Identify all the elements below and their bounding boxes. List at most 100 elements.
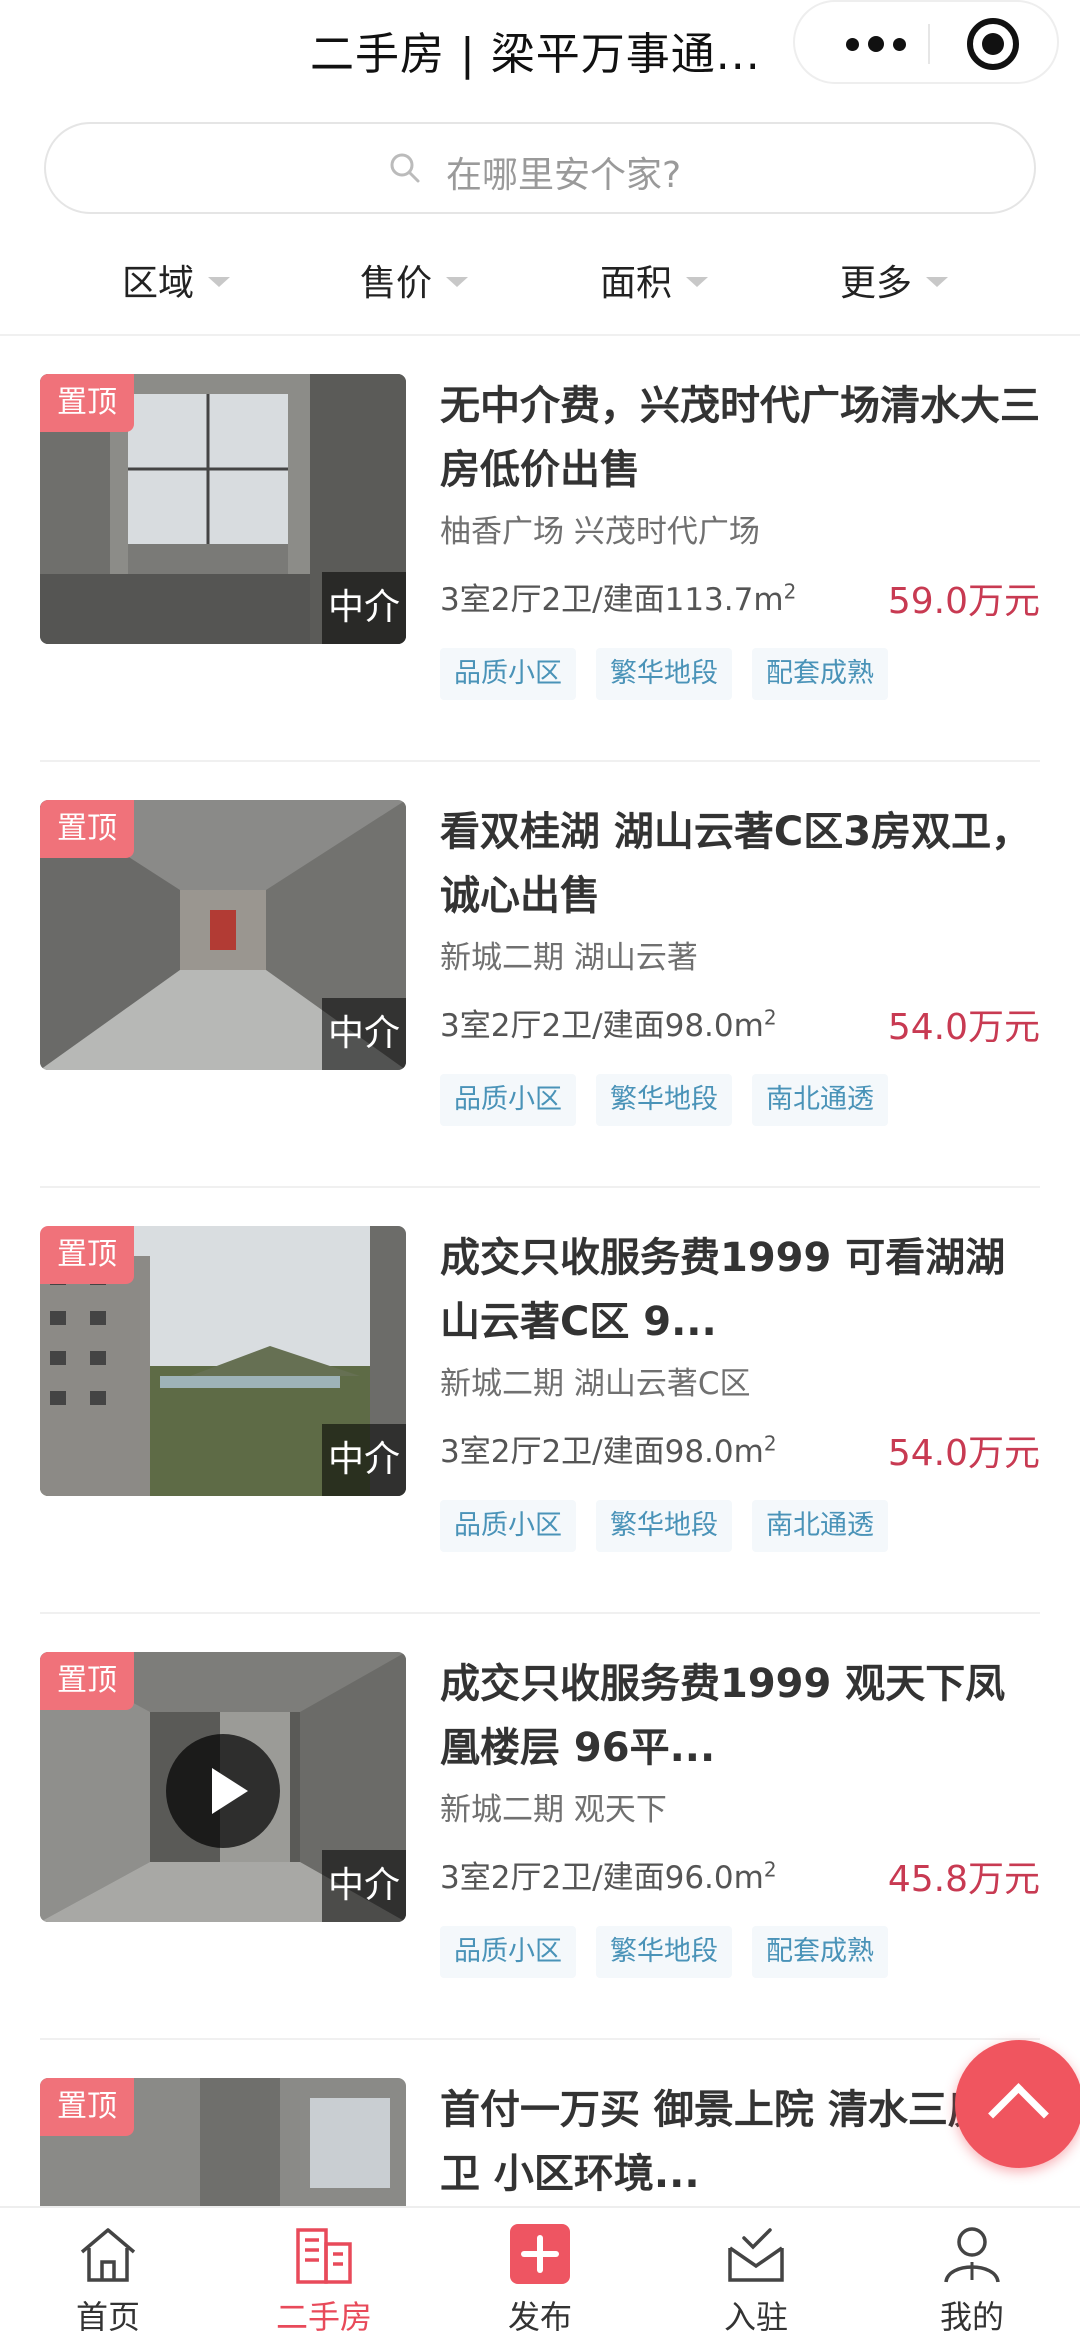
agent-badge: 中介 xyxy=(322,572,406,644)
pinned-badge: 置顶 xyxy=(40,1226,134,1284)
listing-tag: 配套成熟 xyxy=(752,1926,888,1978)
tab-second-hand[interactable]: 二手房 xyxy=(216,2208,432,2346)
listing-tag: 繁华地段 xyxy=(596,648,732,700)
tab-label: 我的 xyxy=(939,2298,1004,2336)
listing-title[interactable]: 成交只收服务费1999 观天下凤凰楼层 96平... xyxy=(440,1652,1040,1780)
filter-label: 更多 xyxy=(840,263,913,304)
pinned-badge: 置顶 xyxy=(40,374,134,432)
mini-program-capsule xyxy=(793,0,1059,84)
listing-tag: 品质小区 xyxy=(440,1926,576,1978)
listing-spec: 3室2厅2卫/建面96.0m2 xyxy=(440,1857,777,1896)
filter-area[interactable]: 面积 xyxy=(600,250,709,310)
listing-photo: 置顶 中介 xyxy=(40,1652,406,1922)
more-dots-icon[interactable] xyxy=(821,22,931,66)
listing-card[interactable]: 置顶 中介 成交只收服务费1999 可看湖湖山云著C区 9... 新城二期 湖山… xyxy=(40,1188,1040,1614)
listing-photo: 置顶 中介 xyxy=(40,1226,406,1496)
listing-tag: 品质小区 xyxy=(440,1074,576,1126)
tab-home[interactable]: 首页 xyxy=(0,2208,216,2346)
listing-photo: 置顶 xyxy=(40,2078,406,2210)
search-input[interactable]: 在哪里安个家? xyxy=(44,122,1036,214)
listing-title[interactable]: 看双桂湖 湖山云著C区3房双卫，诚心出售 xyxy=(440,800,1040,928)
listing-location: 新城二期 湖山云著C区 xyxy=(440,1366,751,1402)
listing-photo: 置顶 中介 xyxy=(40,800,406,1070)
listing-location: 新城二期 湖山云著 xyxy=(440,940,698,976)
tag-list: 品质小区 繁华地段 南北通透 xyxy=(440,1074,1040,1126)
listing-tag: 南北通透 xyxy=(752,1500,888,1552)
listing-tag: 品质小区 xyxy=(440,1500,576,1552)
listing-card[interactable]: 置顶 中介 无中介费，兴茂时代广场清水大三房低价出售 柚香广场 兴茂时代广场 3… xyxy=(40,336,1040,762)
bottom-tab-bar: 首页 二手房 发布 入驻 我的 xyxy=(0,2206,1080,2344)
caret-down-icon xyxy=(208,277,231,287)
capsule-divider xyxy=(928,24,930,64)
filter-price[interactable]: 售价 xyxy=(360,250,469,310)
listing-tag: 配套成熟 xyxy=(752,648,888,700)
listing-info: 成交只收服务费1999 可看湖湖山云著C区 9... 新城二期 湖山云著C区 3… xyxy=(440,1226,1040,1552)
listing-spec: 3室2厅2卫/建面98.0m2 xyxy=(440,1431,777,1470)
filter-bar: 区域 售价 面积 更多 xyxy=(0,240,1080,336)
listing-tag: 繁华地段 xyxy=(596,1500,732,1552)
listing-info: 看双桂湖 湖山云著C区3房双卫，诚心出售 新城二期 湖山云著 3室2厅2卫/建面… xyxy=(440,800,1040,1126)
building-icon xyxy=(296,2228,352,2284)
agent-badge: 中介 xyxy=(322,1424,406,1496)
pinned-badge: 置顶 xyxy=(40,800,134,858)
tab-label: 入驻 xyxy=(723,2298,788,2336)
filter-label: 区域 xyxy=(122,263,195,304)
listing-info: 成交只收服务费1999 观天下凤凰楼层 96平... 新城二期 观天下 3室2厅… xyxy=(440,1652,1040,1978)
video-play-icon[interactable] xyxy=(166,1734,280,1848)
listing-tag: 品质小区 xyxy=(440,648,576,700)
publish-plus-icon xyxy=(510,2224,570,2284)
caret-down-icon xyxy=(686,277,709,287)
tab-mine[interactable]: 我的 xyxy=(864,2208,1080,2346)
listing-title[interactable]: 成交只收服务费1999 可看湖湖山云著C区 9... xyxy=(440,1226,1040,1354)
spec-row: 3室2厅2卫/建面96.0m2 45.8万元 xyxy=(440,1846,1040,1906)
tab-label: 发布 xyxy=(507,2298,572,2336)
listing-info: 首付一万买 御景上院 清水三房两卫 小区环境... xyxy=(440,2078,1040,2206)
listing-location: 柚香广场 兴茂时代广场 xyxy=(440,514,760,550)
home-icon xyxy=(80,2228,136,2282)
search-placeholder: 在哪里安个家? xyxy=(446,155,682,196)
agent-badge: 中介 xyxy=(322,1850,406,1922)
mini-program-close-icon[interactable] xyxy=(967,18,1019,70)
listing-price: 54.0万元 xyxy=(887,1433,1040,1474)
tag-list: 品质小区 繁华地段 配套成熟 xyxy=(440,1926,1040,1978)
top-bar: 二手房 | 梁平万事通... xyxy=(0,0,1080,92)
listing-tag: 繁华地段 xyxy=(596,1074,732,1126)
listing-photo: 置顶 中介 xyxy=(40,374,406,644)
listing-tag: 繁华地段 xyxy=(596,1926,732,1978)
listing-title[interactable]: 无中介费，兴茂时代广场清水大三房低价出售 xyxy=(440,374,1040,502)
listing-price: 54.0万元 xyxy=(887,1007,1040,1048)
listing-spec: 3室2厅2卫/建面113.7m2 xyxy=(440,579,797,618)
spec-row: 3室2厅2卫/建面98.0m2 54.0万元 xyxy=(440,1420,1040,1480)
tab-join[interactable]: 入驻 xyxy=(648,2208,864,2346)
page-title: 二手房 | 梁平万事通... xyxy=(310,29,761,80)
caret-down-icon xyxy=(446,277,469,287)
listing-price: 59.0万元 xyxy=(887,581,1040,622)
listing-card[interactable]: 置顶 中介 看双桂湖 湖山云著C区3房双卫，诚心出售 新城二期 湖山云著 3室2… xyxy=(40,762,1040,1188)
tab-publish[interactable]: 发布 xyxy=(432,2208,648,2346)
user-icon xyxy=(944,2227,1000,2283)
listing-price: 45.8万元 xyxy=(887,1859,1040,1900)
pinned-badge: 置顶 xyxy=(40,2078,134,2136)
tab-label: 首页 xyxy=(75,2298,140,2336)
listing-location: 新城二期 观天下 xyxy=(440,1792,667,1828)
inbox-check-icon xyxy=(728,2228,784,2282)
search-icon xyxy=(390,153,420,183)
back-to-top-button[interactable] xyxy=(955,2040,1080,2168)
tag-list: 品质小区 繁华地段 南北通透 xyxy=(440,1500,1040,1552)
filter-region[interactable]: 区域 xyxy=(122,250,231,310)
tab-label: 二手房 xyxy=(275,2298,372,2336)
filter-label: 售价 xyxy=(360,263,433,304)
listing-spec: 3室2厅2卫/建面98.0m2 xyxy=(440,1005,777,1044)
pinned-badge: 置顶 xyxy=(40,1652,134,1710)
filter-more[interactable]: 更多 xyxy=(840,250,949,310)
listing-tag: 南北通透 xyxy=(752,1074,888,1126)
caret-down-icon xyxy=(926,277,949,287)
listing-title[interactable]: 首付一万买 御景上院 清水三房两卫 小区环境... xyxy=(440,2078,1040,2206)
listing-card[interactable]: 置顶 首付一万买 御景上院 清水三房两卫 小区环境... xyxy=(40,2040,1040,2210)
listing-info: 无中介费，兴茂时代广场清水大三房低价出售 柚香广场 兴茂时代广场 3室2厅2卫/… xyxy=(440,374,1040,700)
tag-list: 品质小区 繁华地段 配套成熟 xyxy=(440,648,1040,700)
agent-badge: 中介 xyxy=(322,998,406,1070)
listing-card[interactable]: 置顶 中介 成交只收服务费1999 观天下凤凰楼层 96平... 新城二期 观天… xyxy=(40,1614,1040,2040)
spec-row: 3室2厅2卫/建面113.7m2 59.0万元 xyxy=(440,568,1040,628)
spec-row: 3室2厅2卫/建面98.0m2 54.0万元 xyxy=(440,994,1040,1054)
